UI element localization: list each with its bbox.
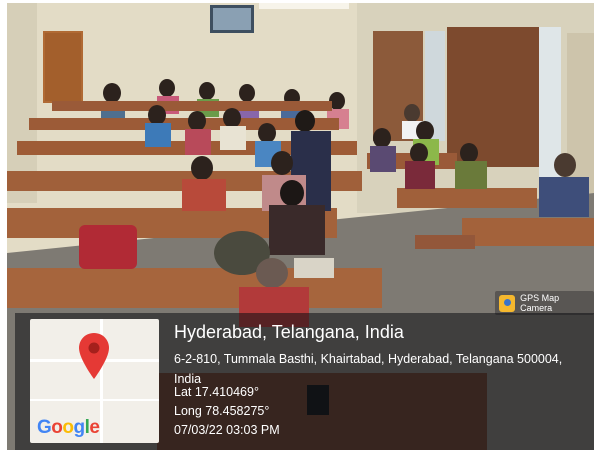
map-pin-icon [79, 333, 109, 379]
app-watermark: GPS Map Camera [495, 291, 594, 315]
curtain-right [447, 27, 539, 167]
google-logo: Google [37, 417, 100, 438]
map-thumbnail: Google [30, 319, 159, 443]
location-stamp-panel: Google Hyderabad, Telangana, India 6-2-8… [15, 313, 594, 450]
red-bag [79, 225, 137, 269]
longitude: Long 78.458275° [174, 404, 270, 418]
photo-frame: GPS Map Camera Google Hyderabad, Telanga… [7, 3, 594, 450]
app-name: GPS Map Camera [520, 293, 560, 313]
location-title: Hyderabad, Telangana, India [174, 322, 404, 342]
window [539, 27, 561, 177]
timestamp: 07/03/22 03:03 PM [174, 423, 280, 437]
latitude: Lat 17.410469° [174, 385, 259, 399]
location-address: 6-2-810, Tummala Basthi, Khairtabad, Hyd… [174, 352, 563, 386]
gps-camera-icon [499, 294, 516, 312]
